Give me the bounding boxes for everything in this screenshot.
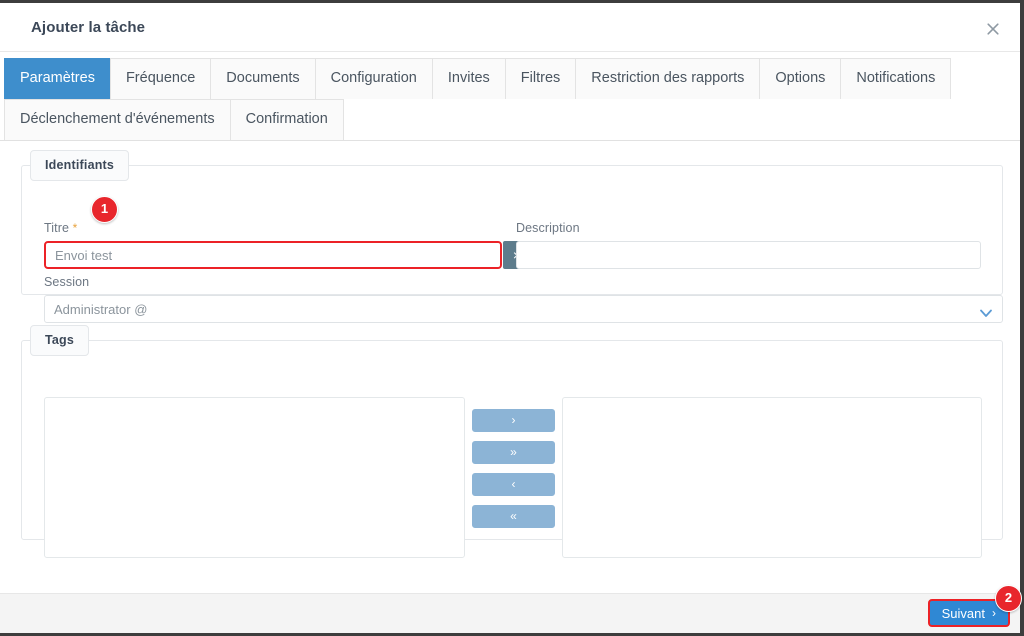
session-selected-value: Administrator @ [54, 302, 148, 317]
tab-documents[interactable]: Documents [210, 58, 316, 99]
tab-options[interactable]: Options [759, 58, 842, 99]
required-marker: * [72, 221, 78, 235]
tags-legend: Tags [30, 325, 90, 356]
move-right-button[interactable]: › [472, 409, 555, 432]
tags-selected-list[interactable] [562, 397, 982, 558]
tab-notifications[interactable]: Notifications [840, 58, 952, 99]
titre-label: Titre * [44, 221, 78, 235]
tag-transfer-buttons: › » ‹ « [472, 409, 555, 537]
annotation-badge-2: 2 [995, 585, 1022, 612]
tab-param-tres[interactable]: Paramètres [4, 58, 111, 99]
task-dialog-window: Ajouter la tâche Paramètres Fréquence Docu… [0, 0, 1024, 636]
tab-bar: Paramètres Fréquence Documents Configuratio… [0, 52, 1024, 141]
next-button-label: Suivant [941, 605, 985, 621]
dialog-header: Ajouter la tâche [0, 3, 1024, 52]
session-select[interactable]: Administrator @ [44, 295, 1003, 323]
tab-confirmation[interactable]: Confirmation [229, 99, 344, 140]
titre-input[interactable] [44, 241, 502, 269]
move-left-button[interactable]: ‹ [472, 473, 555, 496]
description-label: Description [516, 221, 580, 235]
page-title: Ajouter la tâche [31, 19, 146, 36]
annotation-badge-1: 1 [91, 196, 118, 223]
session-label: Session [44, 275, 90, 289]
tab-configuration[interactable]: Configuration [314, 58, 433, 99]
tab-restriction-des-rapports[interactable]: Restriction des rapports [575, 58, 761, 99]
identifiants-legend-label: Identifiants [30, 150, 130, 181]
tags-available-list[interactable] [44, 397, 465, 558]
dialog-body: Identifiants Titre * × Description Sessi… [0, 141, 1024, 597]
tab-list: Paramètres Fréquence Documents Configuratio… [0, 58, 1024, 140]
move-all-right-button[interactable]: » [472, 441, 555, 464]
dialog-footer: Suivant › [0, 593, 1020, 633]
tab-fr-quence[interactable]: Fréquence [109, 58, 212, 99]
tab-invites[interactable]: Invites [431, 58, 506, 99]
identifiants-panel: Identifiants Titre * × Description Sessi… [21, 150, 1003, 323]
close-icon[interactable] [984, 20, 1002, 38]
tab-filtres[interactable]: Filtres [504, 58, 577, 99]
chevron-right-icon: › [992, 606, 996, 620]
tab-d-clenchement-d-v-nements[interactable]: Déclenchement d'événements [4, 99, 231, 140]
tags-legend-label: Tags [30, 325, 90, 356]
tags-panel: Tags › » ‹ « [21, 325, 1003, 558]
move-all-left-button[interactable]: « [472, 505, 555, 528]
identifiants-legend: Identifiants [30, 150, 130, 181]
description-input[interactable] [516, 241, 981, 269]
chevron-down-icon [980, 305, 992, 317]
